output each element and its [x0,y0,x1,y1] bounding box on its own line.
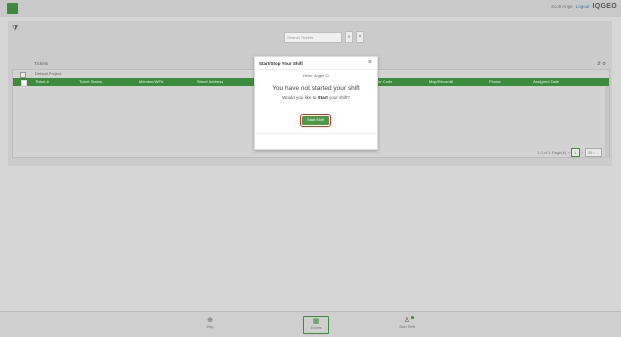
nav-label: Map [206,325,214,329]
pagination: 1-1 of 1 Page(s) ‹ 1 › 25 / ... [537,148,602,157]
column-header[interactable]: Map/Record# [429,78,489,86]
nav-map[interactable]: ⊕ Map [198,316,222,329]
question-emphasis: Start [317,95,328,100]
column-header[interactable]: Ticket # [35,78,79,86]
question-text-end: your shift? [327,95,350,100]
next-page-icon[interactable]: › [582,150,583,155]
nav-start-shift[interactable]: ♙ Start Shift [395,316,419,329]
page-number[interactable]: 1 [571,148,580,157]
column-header[interactable]: Assigned Date [533,78,563,86]
prev-page-icon[interactable]: ‹ [568,150,569,155]
column-header[interactable]: Ticket Status [79,78,139,86]
brand-logo: IQGEO [592,3,617,10]
greeting-text: Hello, Angel C! [302,73,330,78]
close-icon[interactable]: × [356,31,364,43]
tickets-icon: ▦ [312,318,320,325]
column-header[interactable]: Phone [489,78,533,86]
question-text: Would you like to [282,95,318,100]
start-shift-button[interactable]: Start Shift [300,114,331,127]
pagination-summary: 1-1 of 1 Page(s) [537,150,566,155]
user-name: Scott Ange [551,4,573,9]
nav-label: Start Shift [399,325,415,329]
bottom-nav: ⊕ Map ▦ Tickets ♙ Start Shift [0,311,621,337]
card-tools-icon[interactable]: ⇵ ⚙ [597,61,606,67]
logout-link[interactable]: Logout [576,4,590,9]
page-size-select[interactable]: 25 / ... [584,148,602,157]
group-label: Default Project [35,71,62,76]
divider [255,69,377,70]
close-icon[interactable]: × [368,59,372,66]
user-area: Scott Ange Logout IQGEO [551,3,617,10]
shift-question: Would you like to Start your shift? [255,95,377,100]
card-title: Tickets [34,61,49,66]
globe-icon: ⊕ [207,317,213,324]
filter-icon[interactable]: ⧩ [12,25,18,33]
search-bar: Search Tickets ⌕ × [284,31,364,43]
shift-modal: Start/Stop Your Shift × Hello, Angel C! … [254,56,378,150]
nav-tickets[interactable]: ▦ Tickets [303,316,329,334]
search-input[interactable]: Search Tickets [284,31,342,43]
top-bar: Scott Ange Logout IQGEO [0,0,621,17]
modal-title: Start/Stop Your Shift [259,61,303,66]
grid-scrollbar[interactable] [605,86,609,158]
status-dot [411,316,414,319]
shift-status-heading: You have not started your shift [272,85,360,92]
app-logo[interactable] [7,3,18,14]
column-header[interactable]: Member/WFA [139,78,197,86]
person-icon: ♙ [403,317,411,324]
divider [255,133,377,134]
search-icon[interactable]: ⌕ [345,31,353,43]
nav-label: Tickets [310,326,322,330]
select-all-checkbox[interactable] [21,80,27,86]
